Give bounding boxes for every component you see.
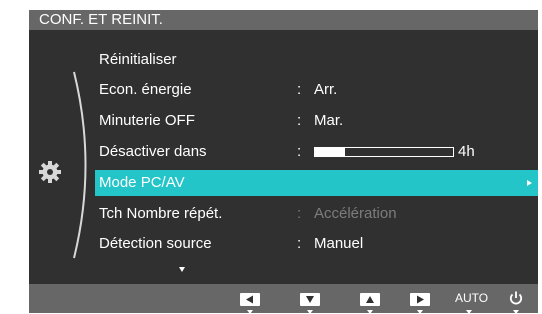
- menu-item-label: Tch Nombre répét.: [99, 205, 223, 222]
- menu-separator: :: [297, 205, 302, 222]
- scroll-down-indicator-icon: [179, 267, 185, 272]
- key-tick-icon: [367, 310, 373, 314]
- submenu-arrow-icon: [527, 180, 532, 186]
- key-tick-icon: [307, 310, 313, 314]
- power-icon[interactable]: [508, 290, 524, 306]
- key-tick-icon: [417, 310, 423, 314]
- menu-separator: :: [297, 81, 302, 98]
- menu-separator: :: [297, 143, 302, 160]
- menu-item-tch-nombre-repet: Tch Nombre répét. : Accélération: [95, 201, 538, 227]
- menu-item-value: Mar.: [314, 112, 344, 129]
- timer-progress-bar: [314, 147, 454, 157]
- menu-separator: :: [297, 112, 302, 129]
- right-triangle-icon: [417, 295, 424, 304]
- menu-item-label: Réinitialiser: [99, 51, 177, 68]
- down-key-button[interactable]: [300, 293, 320, 306]
- menu-item-desactiver-dans[interactable]: Désactiver dans : 4h: [95, 139, 538, 165]
- bottom-button-bar: AUTO: [29, 284, 538, 314]
- menu-item-minuterie-off[interactable]: Minuterie OFF : Mar.: [95, 108, 538, 134]
- menu-item-value: Manuel: [314, 235, 364, 252]
- menu-item-mode-pc-av[interactable]: Mode PC/AV: [95, 170, 538, 196]
- menu-item-value: Arr.: [314, 81, 338, 98]
- menu-item-label: Mode PC/AV: [99, 174, 185, 191]
- menu-item-value: Accélération: [314, 205, 397, 222]
- timer-value: 4h: [458, 143, 475, 160]
- left-triangle-icon: [246, 295, 253, 304]
- menu-item-label: Désactiver dans: [99, 143, 207, 160]
- down-triangle-icon: [306, 296, 314, 303]
- key-tick-icon: [247, 310, 253, 314]
- gear-icon: [39, 161, 61, 183]
- up-triangle-icon: [366, 296, 374, 303]
- menu-item-label: Econ. énergie: [99, 81, 192, 98]
- left-key-button[interactable]: [240, 293, 260, 306]
- menu-title: CONF. ET REINIT.: [29, 10, 538, 30]
- enter-key-button[interactable]: [410, 293, 430, 306]
- menu-separator: :: [297, 235, 302, 252]
- auto-button[interactable]: AUTO: [455, 291, 488, 305]
- up-key-button[interactable]: [360, 293, 380, 306]
- timer-progress-fill: [315, 148, 346, 156]
- menu-item-detection-source[interactable]: Détection source : Manuel: [95, 231, 538, 257]
- key-tick-icon: [513, 310, 519, 314]
- menu-item-label: Détection source: [99, 235, 212, 252]
- menu-item-reinitialiser[interactable]: Réinitialiser: [95, 47, 538, 73]
- menu-item-label: Minuterie OFF: [99, 112, 195, 129]
- osd-menu: CONF. ET REINIT. Réinitialiser Econ. éne…: [29, 10, 538, 314]
- key-tick-icon: [466, 310, 472, 314]
- menu-item-econ-energie[interactable]: Econ. énergie : Arr.: [95, 77, 538, 103]
